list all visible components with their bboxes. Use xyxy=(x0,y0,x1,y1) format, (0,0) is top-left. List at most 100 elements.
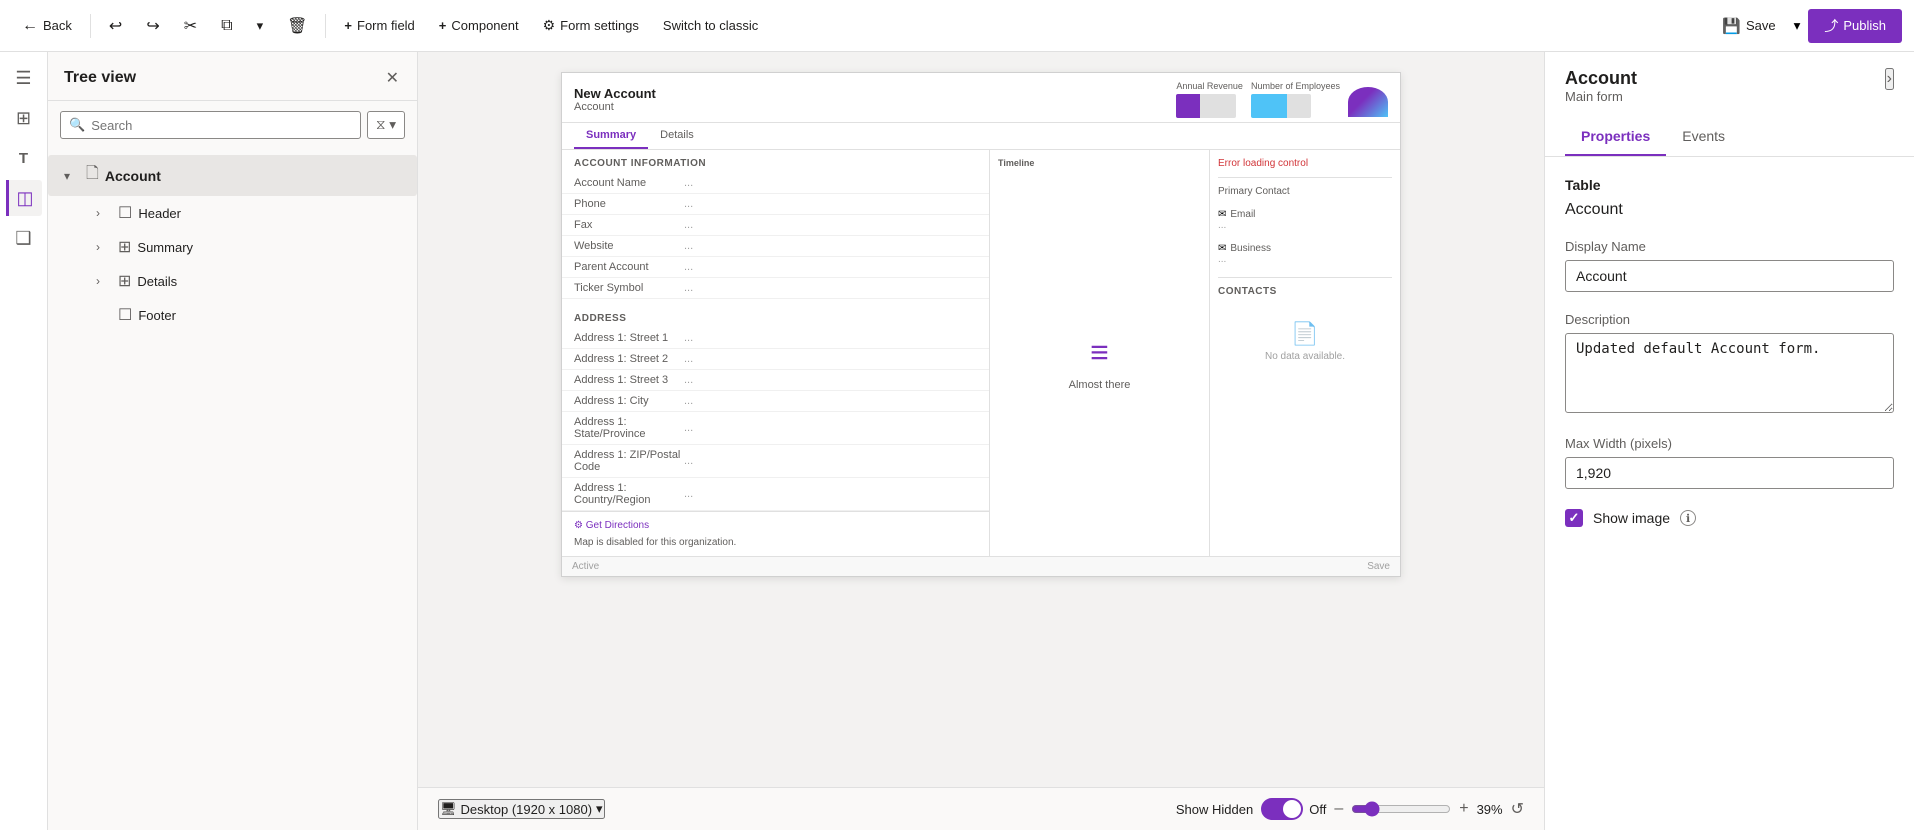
account-field-row: Ticker Symbol... xyxy=(562,278,989,299)
zoom-slider[interactable] xyxy=(1351,801,1451,817)
header-chevron-icon: › xyxy=(96,206,112,220)
layers-icon-button[interactable]: ◫ xyxy=(6,180,42,216)
footer-save[interactable]: Save xyxy=(1367,561,1390,572)
field-value: ... xyxy=(684,422,693,434)
grid-icon: ⊞ xyxy=(16,108,31,129)
show-image-info-icon[interactable]: ℹ xyxy=(1680,510,1696,526)
menu-icon: ☰ xyxy=(15,68,31,89)
copy-button[interactable]: ⧉ xyxy=(211,11,242,41)
error-text: Error loading control xyxy=(1218,158,1392,169)
summary-label: Summary xyxy=(137,240,193,255)
publish-button[interactable]: ⤴ Publish xyxy=(1808,9,1902,43)
business-section: ✉ Business ... xyxy=(1218,243,1392,265)
account-form-icon: 🗋 xyxy=(86,162,99,189)
zoom-minus-icon[interactable]: – xyxy=(1334,800,1343,818)
tree-item-summary[interactable]: › ⊞ Summary xyxy=(48,230,417,264)
right-panel-subtitle: Main form xyxy=(1565,89,1637,104)
field-label: Account Name xyxy=(574,177,684,189)
desktop-icon: 🖥 xyxy=(440,801,457,817)
toggle-state-label: Off xyxy=(1309,802,1326,817)
table-property: Table Account xyxy=(1565,177,1894,219)
desktop-selector-button[interactable]: 🖥 Desktop (1920 x 1080) ▾ xyxy=(438,799,605,819)
grid-icon-button[interactable]: ⊞ xyxy=(6,100,42,136)
field-value: ... xyxy=(684,177,693,189)
show-hidden-toggle[interactable] xyxy=(1261,798,1303,820)
save-dropdown-button[interactable]: ▾ xyxy=(1790,12,1805,40)
cut-icon: ✂ xyxy=(184,16,197,36)
account-field-row: Fax... xyxy=(562,215,989,236)
save-button[interactable]: 💾 Save xyxy=(1712,11,1785,41)
menu-icon-button[interactable]: ☰ xyxy=(6,60,42,96)
preview-tab-details[interactable]: Details xyxy=(648,123,706,149)
switch-classic-button[interactable]: Switch to classic xyxy=(653,12,768,39)
field-value: ... xyxy=(684,198,693,210)
add-component-button[interactable]: + Component xyxy=(429,12,529,39)
max-width-input[interactable] xyxy=(1565,457,1894,489)
undo-button[interactable]: ↩ xyxy=(99,10,132,42)
form-settings-button[interactable]: ⚙ Form settings xyxy=(533,11,649,40)
max-width-label: Max Width (pixels) xyxy=(1565,436,1894,451)
tree-item-account[interactable]: ▾ 🗋 Account xyxy=(48,155,417,196)
field-value: ... xyxy=(684,282,693,294)
tree-item-footer[interactable]: ☐ Footer xyxy=(48,298,417,332)
field-label: Website xyxy=(574,240,684,252)
search-input[interactable] xyxy=(91,118,352,133)
save-icon: 💾 xyxy=(1722,17,1741,35)
header-icon: ☐ xyxy=(118,203,132,223)
field-label: Address 1: City xyxy=(574,395,684,407)
zoom-plus-icon[interactable]: + xyxy=(1459,800,1468,818)
preview-body: ACCOUNT INFORMATION Account Name...Phone… xyxy=(562,150,1400,556)
preview-header: New Account Account Annual Revenue Numbe… xyxy=(562,73,1400,123)
tree-item-header[interactable]: › ☐ Header xyxy=(48,196,417,230)
preview-footer: Active Save xyxy=(562,556,1400,576)
preview-tabs: Summary Details xyxy=(562,123,1400,150)
field-value: ... xyxy=(684,374,693,386)
canvas-bottom-bar: 🖥 Desktop (1920 x 1080) ▾ Show Hidden Of… xyxy=(418,787,1544,830)
field-value: ... xyxy=(684,488,693,500)
show-image-checkbox[interactable] xyxy=(1565,509,1583,527)
redo-button[interactable]: ↪ xyxy=(136,10,169,42)
tab-events[interactable]: Events xyxy=(1666,120,1741,156)
annual-revenue-label: Annual Revenue xyxy=(1176,81,1243,91)
no-data-text: No data available. xyxy=(1265,351,1345,362)
layers-icon: ◫ xyxy=(16,188,33,209)
field-value: ... xyxy=(684,332,693,344)
no-data-icon: 📄 xyxy=(1291,321,1318,347)
canvas-content: New Account Account Annual Revenue Numbe… xyxy=(418,52,1544,787)
filter-button[interactable]: ⧖ ▾ xyxy=(367,111,405,139)
add-form-field-button[interactable]: + Form field xyxy=(334,12,424,39)
description-label: Description xyxy=(1565,312,1894,327)
preview-left-column: ACCOUNT INFORMATION Account Name...Phone… xyxy=(562,150,990,556)
get-directions-label[interactable]: Get Directions xyxy=(586,520,649,531)
fit-icon[interactable]: ↺ xyxy=(1511,799,1524,819)
tab-properties[interactable]: Properties xyxy=(1565,120,1666,156)
account-field-row: Account Name... xyxy=(562,173,989,194)
right-panel-top: Account Main form › xyxy=(1565,68,1894,116)
form-preview: New Account Account Annual Revenue Numbe… xyxy=(561,72,1401,577)
show-image-row: Show image ℹ xyxy=(1565,509,1894,527)
primary-contact-label: Primary Contact xyxy=(1218,186,1392,197)
cut-button[interactable]: ✂ xyxy=(174,10,207,42)
more-button[interactable]: ▾ xyxy=(247,12,274,40)
filter-chevron-icon: ▾ xyxy=(389,117,396,133)
email-value: ... xyxy=(1218,220,1392,231)
delete-button[interactable]: 🗑 xyxy=(277,10,317,42)
back-button[interactable]: ← Back xyxy=(12,11,82,41)
text-icon-button[interactable]: T xyxy=(6,140,42,176)
right-panel-expand-button[interactable]: › xyxy=(1885,68,1894,90)
tree-item-details[interactable]: › ⊞ Details xyxy=(48,264,417,298)
tree-close-button[interactable]: ✕ xyxy=(384,66,401,90)
canvas-area: New Account Account Annual Revenue Numbe… xyxy=(418,52,1544,830)
address-field-row: Address 1: ZIP/Postal Code... xyxy=(562,445,989,478)
description-textarea[interactable]: Updated default Account form. xyxy=(1565,333,1894,413)
preview-tab-summary[interactable]: Summary xyxy=(574,123,648,149)
display-name-input[interactable] xyxy=(1565,260,1894,292)
divider-2 xyxy=(325,14,326,38)
components-icon-button[interactable]: ❑ xyxy=(6,220,42,256)
preview-center-column: Timeline ≡ Almost there xyxy=(990,150,1210,556)
tree-content: ▾ 🗋 Account › ☐ Header › ⊞ Summary › ⊞ D… xyxy=(48,149,417,830)
right-panel-title: Account xyxy=(1565,68,1637,89)
get-directions-link[interactable]: ⚙ xyxy=(574,520,586,531)
tree-search-box: 🔍 xyxy=(60,111,361,139)
address-field-row: Address 1: Street 2... xyxy=(562,349,989,370)
